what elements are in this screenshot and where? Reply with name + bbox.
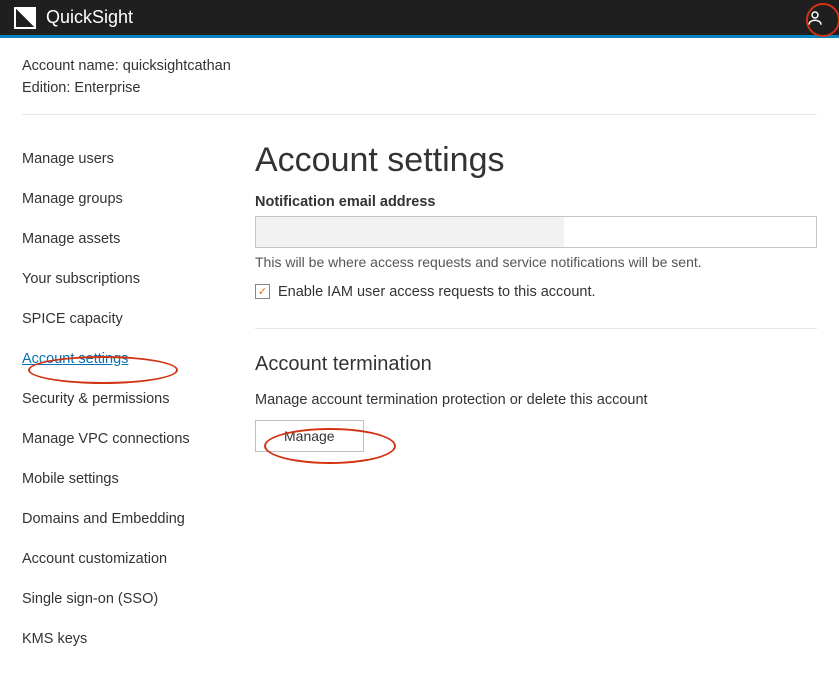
sidebar-item-account-customization[interactable]: Account customization <box>22 539 237 579</box>
subheader: Account name: quicksightcathan Edition: … <box>0 38 839 114</box>
edition-value: Enterprise <box>74 80 140 96</box>
sidebar-item-kms-keys[interactable]: KMS keys <box>22 619 237 659</box>
edition-line: Edition: Enterprise <box>22 78 817 100</box>
body: Manage users Manage groups Manage assets… <box>0 115 839 659</box>
email-input[interactable] <box>255 216 817 248</box>
iam-checkbox[interactable]: ✓ <box>255 284 270 299</box>
account-name-line: Account name: quicksightcathan <box>22 56 817 78</box>
account-name-label: Account name: <box>22 58 123 74</box>
sidebar-item-mobile-settings[interactable]: Mobile settings <box>22 459 237 499</box>
sidebar: Manage users Manage groups Manage assets… <box>22 133 237 659</box>
user-icon[interactable] <box>805 8 825 28</box>
quicksight-logo-icon <box>14 7 36 29</box>
sidebar-item-manage-groups[interactable]: Manage groups <box>22 179 237 219</box>
sidebar-item-domains-embedding[interactable]: Domains and Embedding <box>22 499 237 539</box>
main-content: Account settings Notification email addr… <box>255 133 817 659</box>
sidebar-item-spice-capacity[interactable]: SPICE capacity <box>22 299 237 339</box>
email-help-text: This will be where access requests and s… <box>255 254 817 270</box>
sidebar-item-account-settings[interactable]: Account settings <box>22 339 237 379</box>
account-name-value: quicksightcathan <box>123 58 231 74</box>
page-title: Account settings <box>255 141 817 180</box>
termination-title: Account termination <box>255 353 817 376</box>
sidebar-item-sso[interactable]: Single sign-on (SSO) <box>22 579 237 619</box>
edition-label: Edition: <box>22 80 74 96</box>
sidebar-item-your-subscriptions[interactable]: Your subscriptions <box>22 259 237 299</box>
email-label: Notification email address <box>255 194 817 210</box>
iam-checkbox-label: Enable IAM user access requests to this … <box>278 284 596 300</box>
iam-checkbox-row[interactable]: ✓ Enable IAM user access requests to thi… <box>255 284 817 300</box>
sidebar-item-manage-vpc-connections[interactable]: Manage VPC connections <box>22 419 237 459</box>
sidebar-item-manage-assets[interactable]: Manage assets <box>22 219 237 259</box>
termination-desc: Manage account termination protection or… <box>255 392 817 408</box>
sidebar-item-manage-users[interactable]: Manage users <box>22 139 237 179</box>
sidebar-item-security-permissions[interactable]: Security & permissions <box>22 379 237 419</box>
section-divider <box>255 328 817 329</box>
brand-name: QuickSight <box>46 7 133 28</box>
topbar-left: QuickSight <box>14 7 133 29</box>
manage-button[interactable]: Manage <box>255 420 364 452</box>
topbar: QuickSight <box>0 0 839 38</box>
